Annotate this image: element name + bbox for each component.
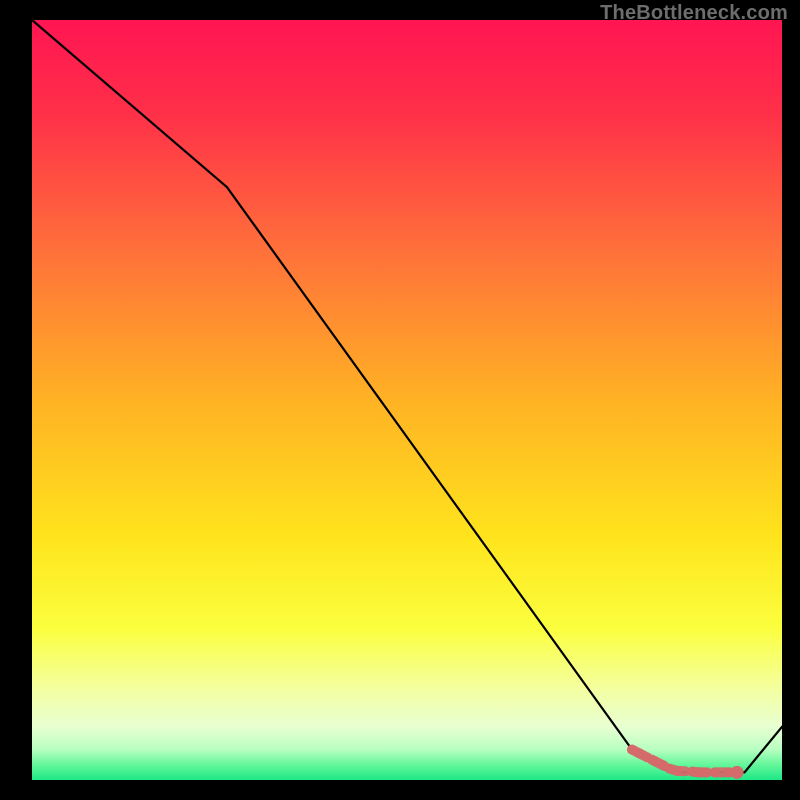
series-line xyxy=(32,20,782,772)
marker-end-dot xyxy=(731,766,744,779)
chart-overlay xyxy=(32,20,782,780)
watermark-text: TheBottleneck.com xyxy=(600,2,788,25)
chart-frame: TheBottleneck.com xyxy=(0,0,800,800)
marker-dot xyxy=(710,767,720,777)
marker-dot xyxy=(672,766,682,776)
